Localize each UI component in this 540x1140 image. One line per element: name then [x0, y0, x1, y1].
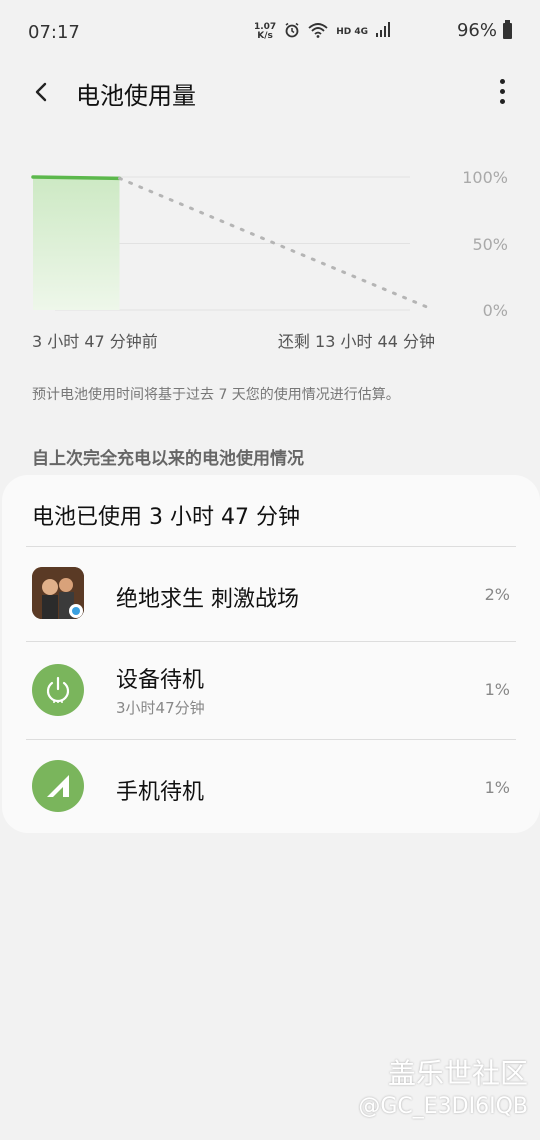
y-tick-label: 0%: [482, 301, 508, 320]
back-button[interactable]: [24, 74, 60, 110]
power-icon: [32, 664, 84, 716]
y-tick-label: 100%: [462, 168, 508, 187]
cell-signal-icon: [376, 22, 390, 41]
status-icons: 1.07 K/s HD 4G: [254, 22, 390, 41]
list-item[interactable]: 手机待机 1%: [2, 740, 540, 836]
network-label: HD 4G: [336, 26, 368, 37]
net-speed: 1.07 K/s: [253, 21, 277, 41]
list-item[interactable]: 设备待机 3小时47分钟 1%: [2, 642, 540, 738]
app-percent: 1%: [484, 778, 510, 797]
battery-icon: [503, 19, 512, 39]
section-title: 自上次完全充电以来的电池使用情况: [32, 449, 304, 469]
usage-total: 电池已使用 3 小时 47 分钟: [32, 505, 300, 530]
battery-percent: 96%: [456, 20, 497, 41]
app-subtitle: 3小时47分钟: [116, 699, 205, 717]
x-start-label: 3 小时 47 分钟前: [32, 332, 158, 351]
signal-icon: [32, 760, 84, 812]
app-bar: 电池使用量: [0, 66, 540, 120]
y-tick-label: 50%: [472, 235, 508, 254]
more-options-button[interactable]: [490, 76, 514, 106]
chevron-left-icon: [35, 82, 47, 102]
estimate-note: 预计电池使用时间将基于过去 7 天您的使用情况进行估算。: [32, 387, 400, 403]
app-name: 绝地求生 刺激战场: [116, 587, 299, 612]
battery-status: 96%: [456, 19, 512, 41]
game-icon: [32, 567, 84, 619]
wifi-icon: [308, 22, 328, 41]
watermark-site: 盖乐世社区: [387, 1057, 528, 1090]
usage-line: [31, 175, 122, 181]
app-percent: 2%: [484, 585, 510, 604]
more-vertical-icon: [499, 78, 505, 84]
status-bar: 07:17 1.07 K/s HD 4G 96%: [0, 0, 540, 66]
battery-chart-plot: [31, 175, 436, 312]
projection-line: [118, 176, 436, 312]
x-end-label: 还剩 13 小时 44 分钟: [277, 332, 435, 351]
app-percent: 1%: [484, 680, 510, 699]
usage-card: 电池已使用 3 小时 47 分钟 绝地求生 刺激战场 2% 设备待机 3小时47…: [2, 475, 540, 833]
battery-chart: 100% 50% 0% 3 小时 47 分钟前 还剩 13 小时 44 分钟: [0, 150, 540, 351]
app-name: 手机待机: [116, 780, 205, 805]
status-time: 07:17: [28, 22, 80, 43]
list-item[interactable]: 绝地求生 刺激战场 2%: [2, 547, 540, 643]
watermark-user: @GC_E3DI6IQB: [358, 1094, 528, 1119]
app-name: 设备待机: [116, 668, 205, 693]
usage-area: [33, 177, 120, 310]
page-title: 电池使用量: [76, 82, 196, 110]
alarm-icon: [284, 22, 300, 41]
